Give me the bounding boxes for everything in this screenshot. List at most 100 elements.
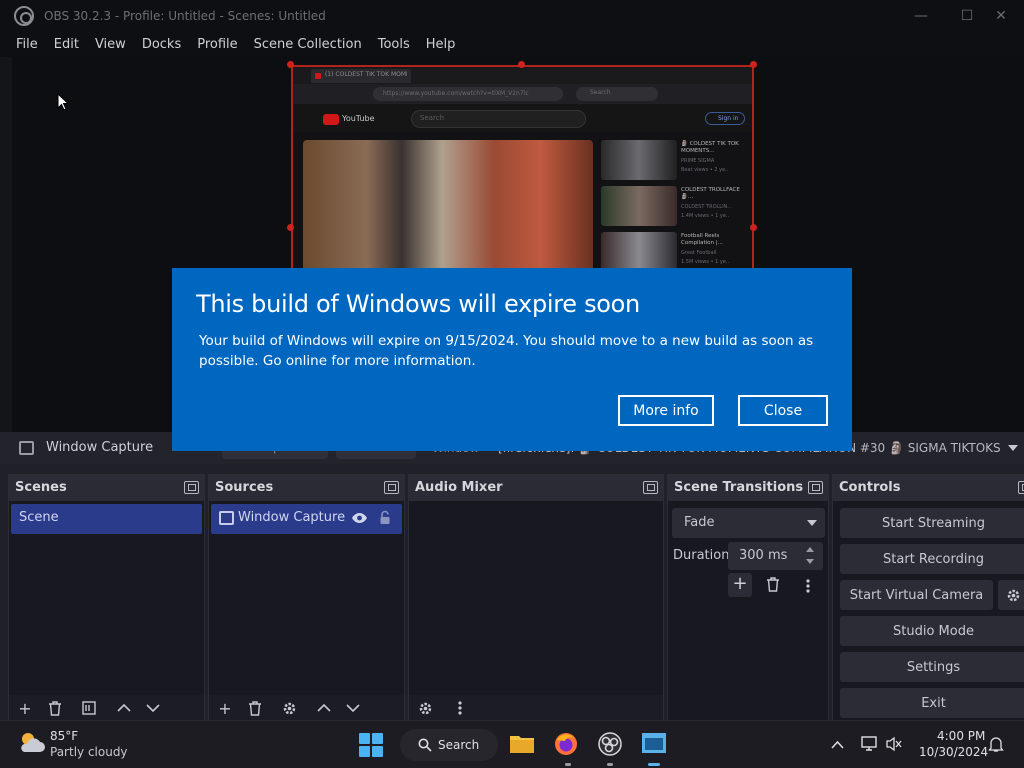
source-properties-button[interactable] [278,698,300,718]
add-scene-button[interactable]: + [14,698,36,718]
youtube-header: YouTube Search Sign in [293,104,752,132]
gear-icon [283,702,295,714]
menu-docks[interactable]: Docks [134,37,189,52]
undock-icon[interactable] [643,481,658,494]
menu-tools[interactable]: Tools [370,37,418,52]
notification-bell-icon[interactable] [988,736,1004,753]
start-recording-button[interactable]: Start Recording [840,544,1024,574]
app-window-icon[interactable] [641,732,667,756]
add-source-button[interactable]: + [214,698,236,718]
undock-icon[interactable] [1018,481,1024,494]
duration-spinbox[interactable]: 300 ms [728,542,823,570]
audio-mixer-dock-header: Audio Mixer [409,475,663,501]
menu-help[interactable]: Help [418,37,464,52]
menu-edit[interactable]: Edit [46,37,87,52]
chevron-up-icon[interactable] [806,547,814,552]
minimize-button[interactable]: — [898,0,944,31]
menu-view[interactable]: View [87,37,134,52]
scene-item[interactable]: Scene [11,504,202,534]
chevron-up-icon[interactable] [831,740,844,749]
transform-handle[interactable] [750,61,757,68]
window-title: OBS 30.2.3 - Profile: Untitled - Scenes:… [44,8,326,23]
lock-icon[interactable] [379,510,391,525]
undock-icon[interactable] [184,481,199,494]
trash-icon [249,700,261,716]
scene-filters-button[interactable] [78,698,100,718]
chevron-down-icon [807,520,817,526]
transition-menu-button[interactable] [806,578,810,597]
sidebar-video-3-meta: Great Football [681,250,717,256]
chevron-down-icon [346,704,360,713]
taskbar-search[interactable]: Search [400,729,498,761]
audio-mixer-dock: Audio Mixer [408,474,664,722]
title-bar: OBS 30.2.3 - Profile: Untitled - Scenes:… [0,0,1024,31]
source-item-label: Window Capture [238,510,346,525]
browser-tab-title: (1) COLDEST TIK TOK MOMENTS [325,71,407,78]
remove-source-button[interactable] [244,698,266,718]
scene-transitions-dock: Scene Transitions Fade Duration 300 ms + [667,474,829,722]
transition-select[interactable]: Fade [672,508,825,538]
transform-handle[interactable] [287,224,294,231]
window-capture-icon [219,511,234,525]
dialog-close-button[interactable]: Close [738,395,828,426]
weather-description[interactable]: Partly cloudy [50,745,128,759]
mouse-cursor-icon [57,93,69,111]
undock-icon[interactable] [384,481,399,494]
obs-logo-icon [14,5,34,26]
audio-settings-button[interactable] [414,698,436,718]
audio-mixer-dock-title: Audio Mixer [415,480,503,495]
remove-scene-button[interactable] [44,698,66,718]
more-info-button[interactable]: More info [618,395,714,426]
eye-icon[interactable] [351,512,368,524]
firefox-icon[interactable] [553,731,579,757]
transform-handle[interactable] [518,61,525,68]
windows-start-icon[interactable] [359,733,383,757]
sidebar-video-1-meta: PRIME SIGMA [681,158,715,164]
taskbar-time[interactable]: 4:00 PM [937,729,985,743]
settings-button[interactable]: Settings [840,652,1024,682]
remove-transition-button[interactable] [766,577,780,596]
menu-profile[interactable]: Profile [189,37,245,52]
volume-muted-icon[interactable] [886,736,902,752]
browser-search-label: Search [590,89,611,96]
menu-file[interactable]: File [8,37,46,52]
move-scene-up-button[interactable] [113,698,135,718]
sidebar-video-1-title: 🗿 COLDEST TIK TOK MOMENTS... [681,141,739,154]
exit-button[interactable]: Exit [840,688,1024,718]
file-explorer-icon[interactable] [509,732,535,754]
move-source-up-button[interactable] [313,698,335,718]
start-virtual-camera-button[interactable]: Start Virtual Camera [840,580,993,610]
chevron-down-icon[interactable] [1008,445,1018,451]
windows-taskbar: 85°F Partly cloudy Search 4:00 PM 10/30/… [0,720,1024,768]
move-source-down-button[interactable] [342,698,364,718]
start-streaming-button[interactable]: Start Streaming [840,508,1024,538]
studio-mode-button[interactable]: Studio Mode [840,616,1024,646]
obs-taskbar-icon[interactable] [597,731,623,757]
search-icon [418,738,432,752]
close-window-button[interactable]: ✕ [978,0,1024,31]
captured-browser-window[interactable]: (1) COLDEST TIK TOK MOMENTS https://www.… [291,65,754,295]
chevron-down-icon [146,704,160,713]
dialog-body: Your build of Windows will expire on 9/1… [199,333,814,369]
weather-temperature[interactable]: 85°F [50,729,78,743]
menu-scene-collection[interactable]: Scene Collection [246,37,370,52]
youtube-logo-icon [323,114,339,125]
sidebar-video-2-meta: COLDEST TROLLIN... [681,204,733,210]
undock-icon[interactable] [808,481,823,494]
source-item[interactable]: Window Capture [211,504,402,534]
virtual-camera-settings-button[interactable] [998,580,1024,610]
taskbar-date[interactable]: 10/30/2024 [919,745,988,759]
network-icon[interactable] [860,736,878,752]
transform-handle[interactable] [750,224,757,231]
trash-icon [767,577,779,592]
partly-cloudy-icon[interactable] [17,730,45,756]
add-transition-button[interactable]: + [728,573,752,597]
move-scene-down-button[interactable] [142,698,164,718]
preview-margin [0,57,12,432]
chevron-down-icon[interactable] [806,559,814,564]
transform-handle[interactable] [287,61,294,68]
sidebar-video-3-stats: 1.5M views • 1 ye.. [681,259,730,265]
audio-menu-button[interactable] [449,698,471,718]
windows-expiry-dialog: This build of Windows will expire soon Y… [172,268,852,451]
chevron-up-icon [117,703,131,712]
